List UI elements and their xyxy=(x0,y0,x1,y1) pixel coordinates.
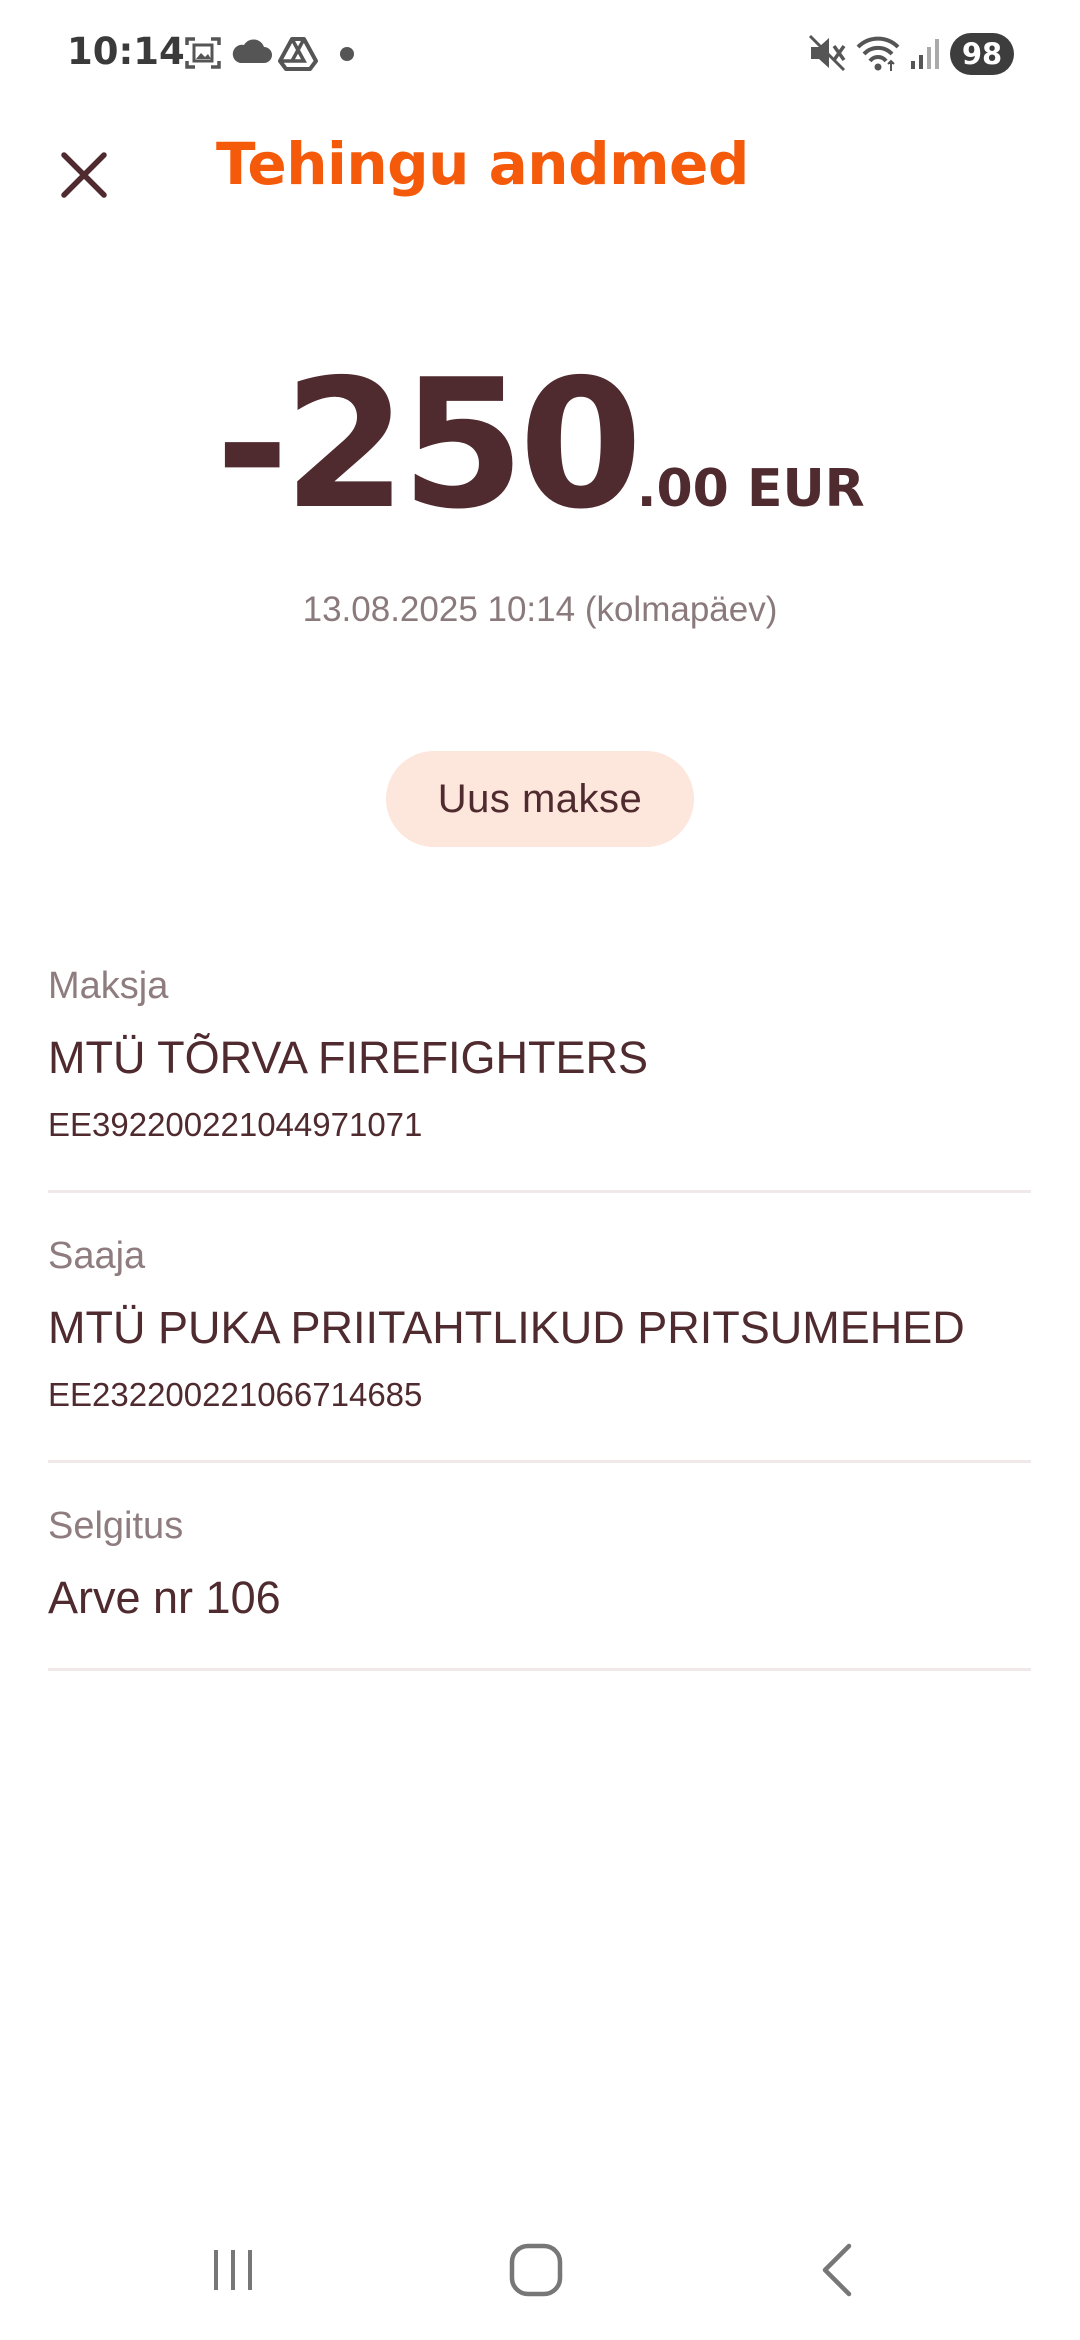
recent-apps-button[interactable] xyxy=(173,2230,293,2310)
description-label: Selgitus xyxy=(48,1505,184,1547)
recent-apps-icon xyxy=(214,2250,252,2290)
recipient-name: MTÜ PUKA PRIITAHTLIKUD PRITSUMEHED xyxy=(48,1302,965,1353)
wifi-icon xyxy=(855,33,901,73)
payer-label: Maksja xyxy=(48,965,169,1007)
recipient-label: Saaja xyxy=(48,1235,146,1277)
transaction-amount: -250.00 EUR xyxy=(0,345,1080,545)
back-button[interactable] xyxy=(778,2230,898,2310)
home-icon xyxy=(509,2243,563,2297)
page-title: Tehingu andmed xyxy=(216,130,749,198)
recipient-section: Saaja MTÜ PUKA PRIITAHTLIKUD PRITSUMEHED… xyxy=(48,1230,1031,1463)
recipient-account: EE232200221066714685 xyxy=(48,1376,423,1413)
signal-icon xyxy=(905,33,945,73)
mute-icon xyxy=(807,33,847,73)
transaction-date: 13.08.2025 10:14 (kolmapäev) xyxy=(302,590,778,629)
screenshot-icon xyxy=(183,33,223,73)
amount-main: -250 xyxy=(215,341,642,548)
close-button[interactable] xyxy=(44,135,124,215)
close-icon xyxy=(61,152,107,198)
status-time: 10:14 xyxy=(67,30,185,73)
description-value: Arve nr 106 xyxy=(48,1572,281,1623)
description-section: Selgitus Arve nr 106 xyxy=(48,1500,1031,1671)
payer-section: Maksja MTÜ TÕRVA FIREFIGHTERS EE39220022… xyxy=(48,960,1031,1193)
new-payment-button[interactable]: Uus makse xyxy=(386,751,694,847)
drive-icon xyxy=(278,33,318,73)
status-bar: 10:14 98 xyxy=(0,0,1080,110)
payer-name: MTÜ TÕRVA FIREFIGHTERS xyxy=(48,1032,649,1083)
home-button[interactable] xyxy=(476,2230,596,2310)
battery-indicator: 98 xyxy=(950,33,1014,75)
notification-dot-icon xyxy=(340,47,354,61)
cloud-icon xyxy=(230,33,274,73)
amount-decimal: .00 xyxy=(636,459,729,519)
payer-account: EE392200221044971071 xyxy=(48,1106,423,1143)
currency-code: EUR xyxy=(746,459,865,519)
amount-currency: EUR xyxy=(729,459,865,519)
back-icon xyxy=(822,2243,852,2297)
